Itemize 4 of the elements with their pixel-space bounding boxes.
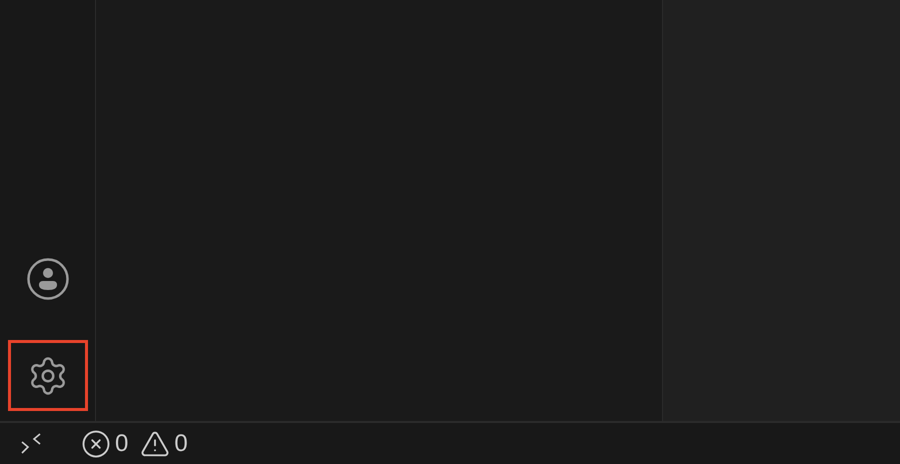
settings-button[interactable] [8,340,88,411]
error-icon [81,428,111,458]
account-icon [27,258,69,300]
problems-button[interactable]: 0 0 [81,428,188,458]
